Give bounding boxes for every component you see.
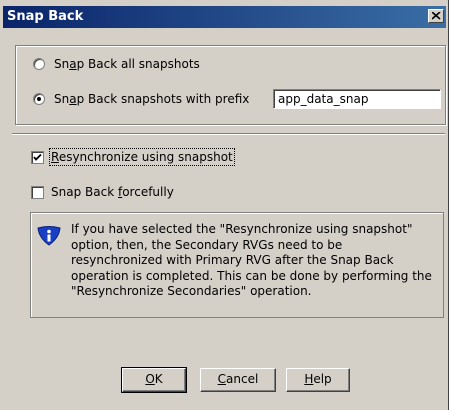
close-icon [432,12,441,20]
snap-back-all-radio[interactable]: Snap Back all snapshots [33,55,200,73]
dialog-title: Snap Back [7,9,84,24]
info-line: If you have selected the "Resynchronize … [71,222,413,236]
snap-back-dialog: Snap Back Snap Back all snapshots Snap B… [0,0,449,410]
prefix-input[interactable]: app_data_snap [273,89,441,109]
info-message: If you have selected the "Resynchronize … [71,222,441,300]
info-line: resynchronized with Primary RVG after th… [71,253,394,267]
resynchronize-label: Resynchronize using snapshot [49,148,235,166]
checkbox-checked[interactable] [31,150,44,164]
info-line: operation is completed. This can be done… [71,268,432,283]
close-button[interactable] [428,9,444,23]
title-bar[interactable]: Snap Back [3,6,446,28]
info-shield-icon [37,226,61,246]
divider [12,133,445,135]
checkbox-unchecked[interactable] [31,185,44,199]
info-line: "Resynchronize Secondaries" operation. [71,284,312,298]
snap-back-forcefully-checkbox[interactable]: Snap Back forcefully [31,183,174,201]
radio-button-unchecked[interactable] [33,58,45,70]
snap-back-forcefully-label: Snap Back forcefully [51,185,174,199]
help-button[interactable]: Help [286,368,350,392]
cancel-button[interactable]: Cancel [200,368,276,392]
snap-back-all-label: Snap Back all snapshots [54,57,200,71]
snap-back-prefix-label: Snap Back snapshots with prefix [54,92,250,106]
radio-button-checked[interactable] [33,93,45,105]
ok-button[interactable]: OK [121,367,187,393]
info-line: option, then, the Secondary RVGs need to… [71,237,343,252]
snap-back-prefix-radio[interactable]: Snap Back snapshots with prefix [33,90,249,108]
checkmark-icon [33,153,42,161]
resynchronize-checkbox[interactable]: Resynchronize using snapshot [31,148,235,166]
